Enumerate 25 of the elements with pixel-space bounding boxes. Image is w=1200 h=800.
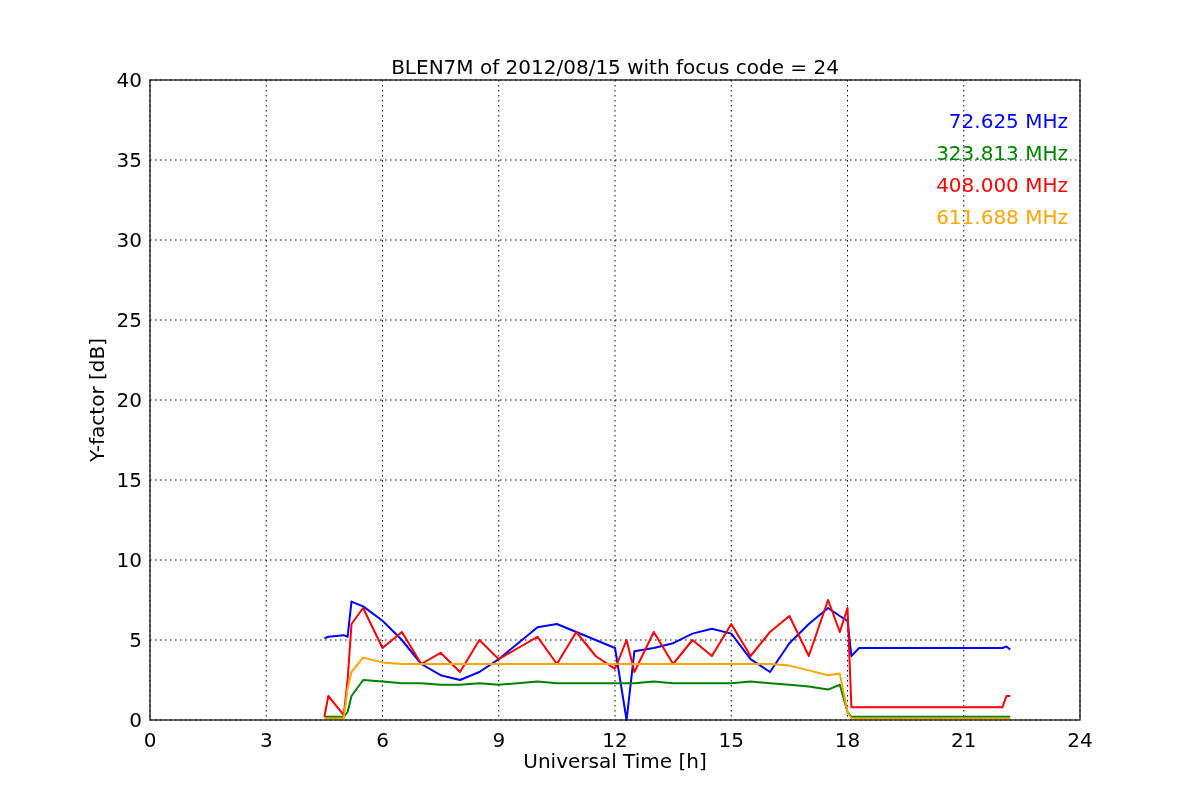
- y-tick-label: 0: [129, 708, 142, 732]
- x-tick-label: 24: [1067, 728, 1093, 752]
- y-axis-label: Y-factor [dB]: [85, 338, 109, 462]
- y-tick-label: 10: [116, 548, 142, 572]
- y-tick-label: 30: [116, 228, 142, 252]
- legend-label: 611.688 MHz: [936, 205, 1068, 229]
- x-tick-label: 15: [718, 728, 744, 752]
- x-tick-label: 0: [143, 728, 157, 752]
- x-tick-label: 3: [259, 728, 273, 752]
- y-tick-label: 25: [116, 308, 142, 332]
- x-tick-label: 9: [492, 728, 506, 752]
- x-tick-label: 6: [376, 728, 389, 752]
- y-tick-label: 35: [116, 148, 142, 172]
- y-tick-label: 20: [116, 388, 142, 412]
- y-tick-label: 5: [129, 628, 142, 652]
- x-axis-label: Universal Time [h]: [523, 749, 707, 773]
- x-tick-label: 21: [951, 728, 977, 752]
- y-tick-label: 15: [116, 468, 142, 492]
- legend-label: 323.813 MHz: [936, 141, 1068, 165]
- y-tick-label: 40: [116, 68, 142, 92]
- legend-label: 408.000 MHz: [936, 173, 1068, 197]
- legend-label: 72.625 MHz: [948, 109, 1068, 133]
- chart-title: BLEN7M of 2012/08/15 with focus code = 24: [391, 55, 839, 79]
- x-tick-label: 12: [602, 728, 628, 752]
- x-tick-label: 18: [834, 728, 861, 752]
